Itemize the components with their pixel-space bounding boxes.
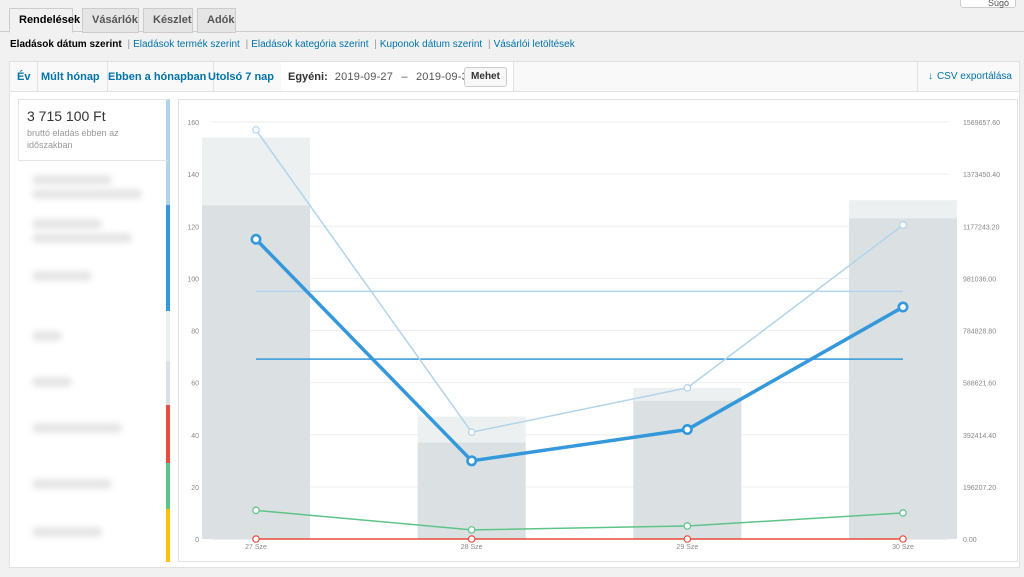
chart-point	[681, 424, 693, 436]
chart-point	[683, 535, 692, 543]
y-right-tick-label: 784828.80	[963, 329, 996, 336]
y-right-tick-label: 392414.40	[963, 433, 996, 440]
y-left-tick-label: 120	[187, 224, 199, 231]
custom-from-date[interactable]: 2019-09-27	[335, 71, 393, 83]
chart-point	[899, 221, 907, 229]
chart-point	[899, 509, 907, 517]
legend-item-blurred[interactable]	[18, 205, 170, 311]
date-dash: –	[401, 71, 408, 83]
tab-customers[interactable]: Vásárlók	[82, 8, 139, 33]
y-left-tick-label: 160	[187, 120, 199, 127]
chart-point	[683, 522, 692, 530]
y-left-tick-label: 100	[187, 276, 199, 283]
chart-point	[899, 535, 907, 543]
chart-bar	[202, 205, 310, 539]
chart-point	[683, 384, 692, 392]
custom-range-label: Egyéni:	[288, 71, 328, 83]
chart-point	[252, 535, 260, 543]
chart-point	[467, 535, 476, 543]
chart-series-line	[254, 238, 904, 463]
legend-item-blurred[interactable]	[18, 405, 170, 463]
chart-point	[897, 301, 909, 313]
legend-gross-sales[interactable]: 3 715 100 Ft bruttó eladás ebben az idős…	[18, 99, 170, 161]
y-left-tick-label: 0	[195, 537, 199, 544]
report-panel: 3 715 100 Ft bruttó eladás ebben az idős…	[9, 91, 1020, 568]
chart-series-line	[255, 509, 904, 531]
download-icon: ↓	[927, 71, 933, 82]
x-tick-label: 27 Sze	[245, 544, 267, 551]
chart-point	[466, 455, 478, 467]
subnav-current: Eladások dátum szerint	[10, 39, 122, 50]
y-left-tick-label: 140	[187, 172, 199, 179]
subnav-customer-downloads[interactable]: Vásárlói letöltések	[494, 39, 575, 50]
chart-bar	[849, 218, 957, 539]
legend-item-blurred[interactable]	[18, 509, 170, 562]
chart-point	[252, 506, 260, 515]
gross-sales-description: bruttó eladás ebben az időszakban	[27, 128, 119, 150]
chart-point	[252, 126, 260, 134]
subnav-sales-by-category[interactable]: Eladások kategória szerint	[251, 39, 368, 50]
y-right-tick-label: 588621.60	[963, 381, 996, 388]
date-range-bar: Év Múlt hónap Ebben a hónapban Utolsó 7 …	[9, 61, 1020, 92]
go-button[interactable]: Mehet	[464, 67, 507, 87]
legend-item-blurred[interactable]	[18, 463, 170, 509]
range-this-month[interactable]: Ebben a hónapban	[101, 62, 215, 92]
gross-sales-amount: 3 715 100 Ft	[27, 108, 106, 124]
chart-bar	[633, 400, 742, 539]
tab-stock[interactable]: Készlet	[143, 8, 193, 33]
report-subnav: Eladások dátum szerint | Eladások termék …	[10, 39, 575, 50]
legend-item-blurred[interactable]	[18, 311, 170, 361]
y-right-tick-label: 981036.00	[963, 276, 996, 283]
subnav-coupons-by-date[interactable]: Kuponok dátum szerint	[380, 39, 482, 50]
y-left-tick-label: 80	[191, 329, 199, 336]
csv-export-link[interactable]: ↓ CSV exportálása	[916, 62, 1019, 92]
subnav-sales-by-product[interactable]: Eladások termék szerint	[133, 39, 240, 50]
report-tabs: Rendelések Vásárlók Készlet Adók	[0, 0, 1024, 33]
chart-point	[467, 526, 476, 534]
chart-svg: 0 20 40 60 80 100 120 140 160 0.00 196207.20 392414…	[187, 120, 1000, 551]
y-left-tick-label: 60	[191, 381, 199, 388]
tab-orders[interactable]: Rendelések	[9, 8, 80, 33]
sales-chart: 0 20 40 60 80 100 120 140 160 0.00 196207.20 392414…	[178, 99, 1018, 562]
y-right-tick-label: 0.00	[963, 537, 977, 544]
chart-point	[250, 233, 262, 245]
x-tick-label: 28 Sze	[461, 544, 483, 551]
legend-item-blurred[interactable]	[18, 361, 170, 405]
y-right-tick-label: 196207.20	[963, 485, 996, 492]
y-right-tick-label: 1373450.40	[963, 172, 1000, 179]
csv-export-label: CSV exportálása	[936, 71, 1012, 82]
chart-legend: 3 715 100 Ft bruttó eladás ebben az idős…	[18, 99, 170, 562]
y-left-tick-label: 40	[191, 433, 199, 440]
y-right-tick-label: 1569657.60	[963, 120, 1000, 127]
tab-taxes[interactable]: Adók	[197, 8, 236, 33]
range-last-7-days[interactable]: Utolsó 7 nap	[201, 62, 283, 92]
x-tick-label: 29 Sze	[676, 544, 698, 551]
y-right-tick-label: 1177243.20	[963, 224, 1000, 231]
legend-item-blurred[interactable]	[18, 161, 170, 205]
chart-point	[467, 428, 476, 437]
x-tick-label: 30 Sze	[892, 544, 914, 551]
y-left-tick-label: 20	[191, 485, 199, 492]
chart-series-line	[255, 129, 904, 434]
range-last-month[interactable]: Múlt hónap	[34, 62, 108, 92]
